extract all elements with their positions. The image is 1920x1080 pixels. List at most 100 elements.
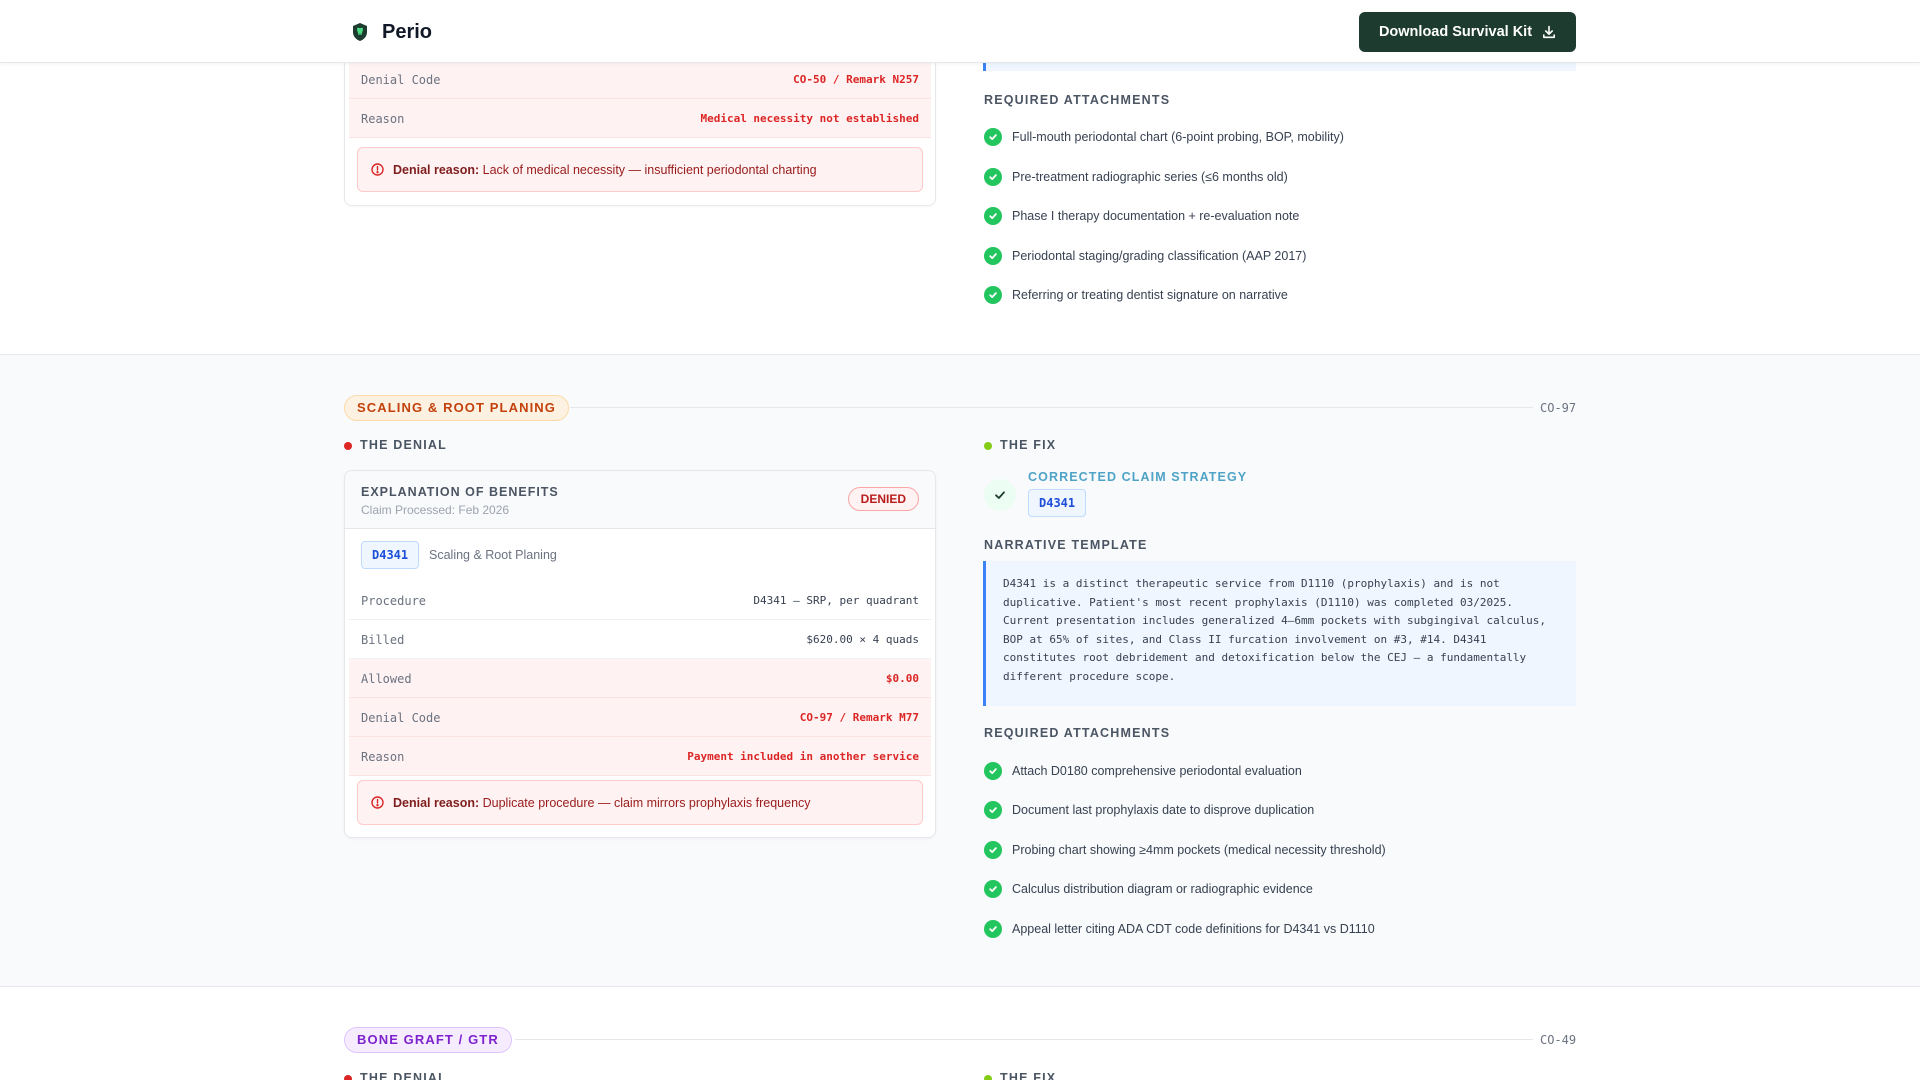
- eob-row-denial-code: Denial Code CO-97 / Remark M77: [349, 698, 931, 737]
- procedure-code-chip: D4341: [361, 541, 420, 569]
- denial-reason-text: Lack of medical necessity — insufficient…: [482, 163, 817, 177]
- eob-row-value: Payment included in another service: [687, 750, 919, 763]
- denial-code-reference: CO-49: [1540, 1033, 1577, 1047]
- eob-card-srp: EXPLANATION OF BENEFITS Claim Processed:…: [344, 470, 936, 838]
- attachment-item: Appeal letter citing ADA CDT code defini…: [984, 920, 1375, 938]
- eob-claim-processed: Claim Processed: Feb 2026: [361, 503, 510, 517]
- eob-row-key: Denial Code: [361, 73, 441, 87]
- checkmark-icon: [995, 491, 1005, 499]
- denial-reason-label: Denial reason:: [393, 163, 480, 177]
- attachment-item: Full-mouth periodontal chart (6-point pr…: [984, 128, 1344, 146]
- narrative-template-box-previous: [983, 63, 1576, 71]
- eob-title: EXPLANATION OF BENEFITS: [361, 485, 559, 499]
- required-attachments-heading: REQUIRED ATTACHMENTS: [984, 93, 1171, 107]
- check-circle-icon: [984, 168, 1002, 186]
- brand-logo[interactable]: Perio: [352, 22, 432, 42]
- check-circle-icon: [984, 801, 1002, 819]
- section-divider-line: [570, 407, 1533, 408]
- download-button-label: Download Survival Kit: [1378, 24, 1533, 40]
- required-attachments-heading: REQUIRED ATTACHMENTS: [984, 726, 1171, 740]
- denied-status-badge: DENIED: [847, 487, 919, 511]
- eob-row-value: Medical necessity not established: [700, 112, 919, 125]
- eob-row-value: $620.00 × 4 quads: [806, 633, 919, 646]
- attachment-item: Document last prophylaxis date to dispro…: [984, 801, 1314, 819]
- alert-circle-icon: [371, 163, 384, 176]
- eob-row-key: Billed: [361, 633, 405, 647]
- eob-card-header: EXPLANATION OF BENEFITS Claim Processed:…: [345, 471, 935, 529]
- top-nav-bar: Perio Download Survival Kit: [0, 0, 1920, 63]
- eob-row-allowed: Allowed $0.00: [349, 659, 931, 698]
- check-circle-icon: [984, 128, 1002, 146]
- check-circle-icon: [984, 247, 1002, 265]
- attachment-label: Calculus distribution diagram or radiogr…: [1012, 882, 1313, 896]
- attachment-label: Document last prophylaxis date to dispro…: [1012, 803, 1315, 817]
- attachment-label: Attach D0180 comprehensive periodontal e…: [1012, 764, 1302, 778]
- section-divider-line: [515, 1039, 1533, 1040]
- attachment-label: Periodontal staging/grading classificati…: [1012, 249, 1307, 263]
- eob-row-billed: Billed $620.00 × 4 quads: [349, 620, 931, 659]
- eob-row-key: Reason: [361, 750, 405, 764]
- attachment-item: Probing chart showing ≥4mm pockets (medi…: [984, 841, 1386, 859]
- download-icon: [1543, 25, 1556, 39]
- denial-dot-indicator: [344, 442, 352, 450]
- denial-reason-box: Denial reason: Lack of medical necessity…: [357, 147, 923, 192]
- the-denial-heading: THE DENIAL: [360, 438, 447, 452]
- eob-row-key: Reason: [361, 112, 405, 126]
- check-circle-icon: [984, 286, 1002, 304]
- download-survival-kit-button[interactable]: Download Survival Kit: [1359, 12, 1576, 52]
- eob-row-reason: Reason Payment included in another servi…: [349, 737, 931, 776]
- denial-reason: Denial reason: Duplicate procedure — cla…: [393, 796, 811, 810]
- attachment-item: Calculus distribution diagram or radiogr…: [984, 880, 1313, 898]
- brand-name: Perio: [382, 21, 433, 43]
- category-pill-srp: SCALING & ROOT PLANING: [344, 395, 569, 421]
- narrative-template-box: D4341 is a distinct therapeutic service …: [983, 561, 1576, 706]
- denial-reason-label: Denial reason:: [393, 796, 480, 810]
- eob-row-value: D4341 — SRP, per quadrant: [753, 594, 919, 607]
- eob-row-key: Allowed: [361, 672, 412, 686]
- eob-row-key: Procedure: [361, 594, 427, 608]
- check-circle-icon: [984, 762, 1002, 780]
- attachment-label: Full-mouth periodontal chart (6-point pr…: [1012, 130, 1344, 144]
- attachment-item: Pre-treatment radiographic series (≤6 mo…: [984, 168, 1288, 186]
- check-circle-icon: [984, 880, 1002, 898]
- eob-procedure-code-row: D4341 Scaling & Root Planing: [345, 529, 935, 581]
- the-fix-heading: THE FIX: [1000, 438, 1057, 452]
- alert-circle-icon: [371, 796, 384, 809]
- eob-row-key: Denial Code: [361, 711, 441, 725]
- section-bone-graft-gtr: BONE GRAFT / GTR CO-49 THE DENIAL THE FI…: [0, 987, 1920, 1080]
- denial-reason-box: Denial reason: Duplicate procedure — cla…: [357, 780, 923, 825]
- attachment-item: Phase I therapy documentation + re-evalu…: [984, 207, 1299, 225]
- attachment-label: Appeal letter citing ADA CDT code defini…: [1012, 922, 1375, 936]
- denial-reason: Denial reason: Lack of medical necessity…: [393, 163, 817, 177]
- attachment-label: Referring or treating dentist signature …: [1012, 288, 1288, 302]
- denial-dot-indicator: [344, 1075, 352, 1080]
- tooth-shield-logo-icon: [353, 23, 367, 41]
- fix-dot-indicator: [984, 1075, 992, 1080]
- fix-dot-indicator: [984, 442, 992, 450]
- corrected-code-chip: D4341: [1028, 489, 1087, 517]
- attachment-item: Referring or treating dentist signature …: [984, 286, 1288, 304]
- section-scaling-root-planing: SCALING & ROOT PLANING CO-97 THE DENIAL …: [0, 354, 1920, 987]
- attachment-item: Periodontal staging/grading classificati…: [984, 247, 1306, 265]
- check-circle-icon: [984, 207, 1002, 225]
- category-pill-bone-graft: BONE GRAFT / GTR: [344, 1027, 512, 1053]
- attachment-label: Pre-treatment radiographic series (≤6 mo…: [1012, 170, 1288, 184]
- check-circle-icon: [984, 920, 1002, 938]
- attachment-item: Attach D0180 comprehensive periodontal e…: [984, 762, 1302, 780]
- narrative-template-heading: NARRATIVE TEMPLATE: [984, 538, 1148, 552]
- check-circle-icon: [984, 841, 1002, 859]
- corrected-claim-strategy-heading: CORRECTED CLAIM STRATEGY: [1028, 470, 1248, 484]
- denial-reason-text: Duplicate procedure — claim mirrors prop…: [482, 796, 811, 810]
- procedure-code-description: Scaling & Root Planing: [429, 548, 557, 562]
- attachment-label: Phase I therapy documentation + re-evalu…: [1012, 209, 1300, 223]
- the-denial-heading: THE DENIAL: [360, 1071, 447, 1080]
- eob-row-value: $0.00: [885, 672, 919, 685]
- eob-row-denial-code: Denial Code CO-50 / Remark N257: [349, 60, 931, 99]
- the-fix-heading: THE FIX: [1000, 1071, 1057, 1080]
- eob-row-reason: Reason Medical necessity not established: [349, 99, 931, 138]
- narrative-template-text: D4341 is a distinct therapeutic service …: [1003, 577, 1547, 683]
- denial-code-reference: CO-97: [1540, 401, 1577, 415]
- eob-row-procedure: Procedure D4341 — SRP, per quadrant: [349, 581, 931, 620]
- attachment-label: Probing chart showing ≥4mm pockets (medi…: [1012, 843, 1386, 857]
- eob-row-value: CO-97 / Remark M77: [799, 711, 919, 724]
